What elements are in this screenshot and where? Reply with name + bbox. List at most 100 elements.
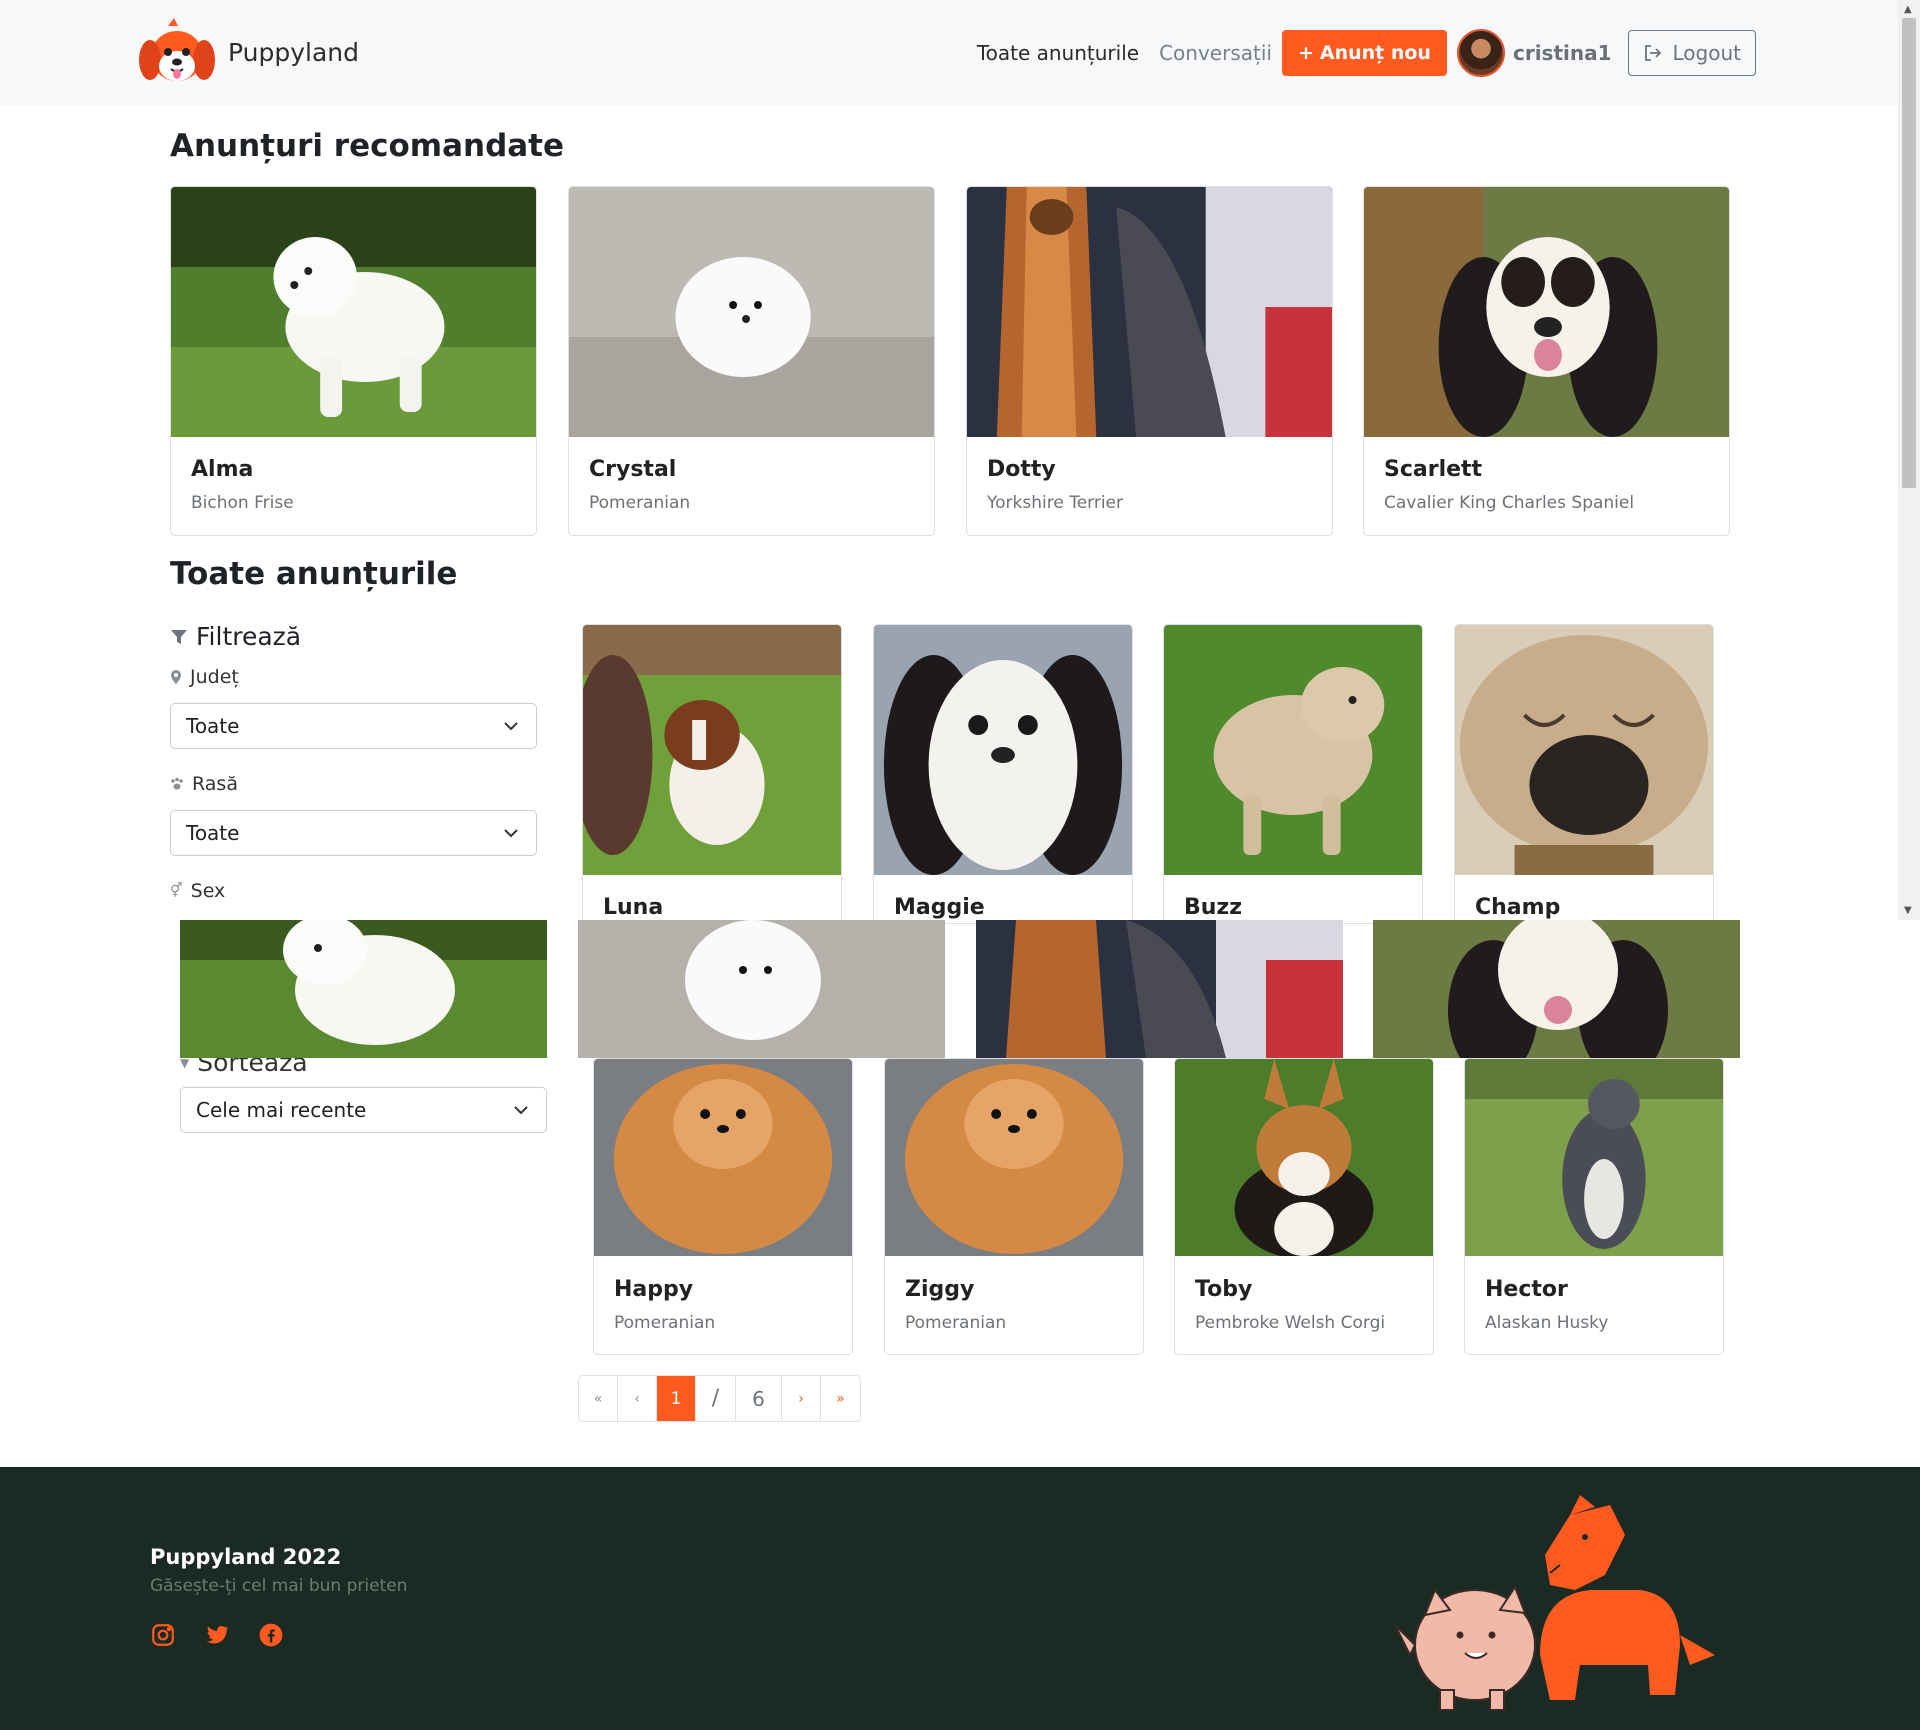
dog-breed: Pomeranian <box>614 1313 716 1333</box>
footer-title: Puppyland 2022 <box>150 1545 342 1569</box>
breed-label: Rasă <box>170 773 238 795</box>
dog-breed: Pembroke Welsh Corgi <box>1195 1313 1386 1333</box>
dog-name: Buzz <box>1184 895 1243 920</box>
next-page-button[interactable]: › <box>782 1376 821 1421</box>
instagram-icon[interactable] <box>150 1622 176 1648</box>
listing-card[interactable]: Champ <box>1454 624 1714 924</box>
chevron-down-icon <box>504 828 518 837</box>
chevron-down-icon <box>504 721 518 730</box>
dog-name: Scarlett <box>1384 457 1483 482</box>
dog-name: Champ <box>1475 895 1561 920</box>
puppy-logo-icon <box>139 18 215 81</box>
overlay-image-strip <box>180 920 547 1058</box>
sex-label: ⚥ Sex <box>170 880 225 902</box>
dog-photo <box>885 1059 1143 1256</box>
overlay-image-strip <box>976 920 1343 1058</box>
overlay-image-strip <box>1373 920 1740 1058</box>
dog-photo <box>1364 187 1729 437</box>
recommended-title: Anunțuri recomandate <box>170 128 565 164</box>
dog-breed: Cavalier King Charles Spaniel <box>1384 493 1635 513</box>
dog-breed: Alaskan Husky <box>1485 1313 1609 1333</box>
dog-breed: Pomeranian <box>905 1313 1007 1333</box>
brand-name: Puppyland <box>228 37 359 67</box>
dog-photo <box>1164 625 1422 875</box>
pagination: « ‹ 1 / 6 › » <box>578 1375 861 1422</box>
listing-card[interactable]: Toby Pembroke Welsh Corgi <box>1174 1058 1434 1355</box>
dog-name: Luna <box>603 895 664 920</box>
total-pages: 6 <box>736 1376 782 1421</box>
facebook-icon[interactable] <box>258 1622 284 1648</box>
funnel-icon <box>171 629 187 644</box>
dog-photo <box>578 920 945 1058</box>
dog-name: Alma <box>191 457 254 482</box>
footer: Puppyland 2022 Găsește-ți cel mai bun pr… <box>0 1467 1920 1730</box>
recommended-card[interactable]: Crystal Pomeranian <box>568 186 935 536</box>
breed-select-value: Toate <box>186 821 240 845</box>
scroll-thumb[interactable] <box>1902 18 1916 488</box>
plus-icon: + <box>1297 42 1314 64</box>
new-listing-label: Anunț nou <box>1319 42 1431 64</box>
username: cristina1 <box>1512 41 1612 65</box>
dog-name: Happy <box>614 1277 694 1302</box>
listing-card[interactable]: Ziggy Pomeranian <box>884 1058 1144 1355</box>
dog-name: Dotty <box>987 457 1056 482</box>
filter-heading: Filtrează <box>170 622 301 651</box>
footer-tagline: Găsește-ți cel mai bun prieten <box>150 1576 408 1596</box>
current-page[interactable]: 1 <box>657 1376 696 1421</box>
page-scrollbar[interactable]: ▲ ▼ <box>1898 0 1920 920</box>
user-menu[interactable]: cristina1 <box>1456 29 1612 77</box>
listing-card[interactable]: Hector Alaskan Husky <box>1464 1058 1724 1355</box>
dog-photo <box>583 625 841 875</box>
new-listing-button[interactable]: + Anunț nou <box>1281 30 1447 76</box>
dog-name: Crystal <box>589 457 677 482</box>
dog-photo <box>171 187 536 437</box>
dog-photo <box>569 187 934 437</box>
nav-conversations[interactable]: Conversații <box>1159 41 1272 65</box>
logout-icon <box>1644 45 1661 61</box>
main-nav: Toate anunțurile Conversații + Anunț nou… <box>977 29 1756 77</box>
dog-photo <box>180 920 547 1058</box>
recommended-card[interactable]: Alma Bichon Frise <box>170 186 537 536</box>
logout-button[interactable]: Logout <box>1627 30 1756 76</box>
listing-card[interactable]: Happy Pomeranian <box>593 1058 853 1355</box>
dog-photo <box>1455 625 1713 875</box>
breed-select[interactable]: Toate <box>170 810 537 856</box>
sort-select-value: Cele mai recente <box>196 1098 367 1122</box>
logout-label: Logout <box>1672 41 1741 65</box>
avatar <box>1456 29 1505 77</box>
dog-photo <box>594 1059 852 1256</box>
prev-page-button[interactable]: ‹ <box>618 1376 657 1421</box>
twitter-icon[interactable] <box>204 1622 230 1648</box>
recommended-card[interactable]: Scarlett Cavalier King Charles Spaniel <box>1363 186 1730 536</box>
sex-label-text: Sex <box>190 880 226 902</box>
nav-all-listings[interactable]: Toate anunțurile <box>977 41 1139 65</box>
page-separator: / <box>696 1376 736 1421</box>
overlay-image-strip <box>578 920 945 1058</box>
sort-select[interactable]: Cele mai recente <box>180 1087 547 1133</box>
scroll-up-arrow-icon[interactable]: ▲ <box>1904 4 1912 15</box>
brand[interactable]: Puppyland <box>138 16 359 88</box>
dog-name: Toby <box>1195 1277 1253 1302</box>
recommended-card[interactable]: Dotty Yorkshire Terrier <box>966 186 1333 536</box>
breed-label-text: Rasă <box>192 773 238 795</box>
listing-card[interactable]: Maggie <box>873 624 1133 924</box>
dog-photo <box>1465 1059 1723 1256</box>
dog-breed: Yorkshire Terrier <box>987 493 1123 513</box>
paw-icon <box>171 777 183 790</box>
listing-card[interactable]: Buzz <box>1163 624 1423 924</box>
top-navbar: Puppyland Toate anunțurile Conversații +… <box>0 0 1898 105</box>
scroll-down-arrow-icon[interactable]: ▼ <box>1904 905 1912 916</box>
filter-title: Filtrează <box>196 622 302 651</box>
all-listings-title: Toate anunțurile <box>170 556 458 592</box>
social-links <box>150 1622 284 1648</box>
location-pin-icon <box>171 670 181 684</box>
gender-icon: ⚥ <box>170 883 183 899</box>
last-page-button[interactable]: » <box>821 1376 860 1421</box>
county-label: Județ <box>170 666 239 688</box>
first-page-button[interactable]: « <box>579 1376 618 1421</box>
county-label-text: Județ <box>190 666 239 688</box>
listing-card[interactable]: Luna <box>582 624 842 924</box>
dog-photo <box>967 187 1332 437</box>
county-select[interactable]: Toate <box>170 703 537 749</box>
dog-photo <box>1175 1059 1433 1256</box>
